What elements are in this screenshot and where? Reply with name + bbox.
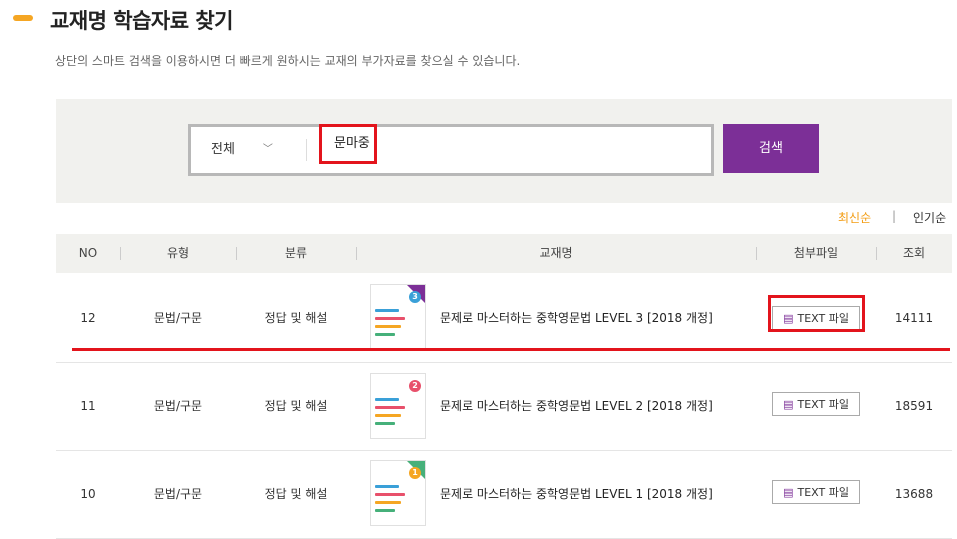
divider — [306, 139, 307, 161]
cover-stripe — [375, 333, 395, 336]
sort-newest[interactable]: 최신순 — [838, 209, 871, 226]
document-icon: ▤ — [783, 398, 794, 411]
book-cover-image[interactable]: 1 — [370, 460, 426, 526]
column-header-attachment: 첨부파일 — [793, 246, 839, 260]
cover-stripe — [375, 317, 405, 320]
column-header-type: 유형 — [166, 246, 190, 260]
search-panel: 전체 ﹀ 문마중 검색 — [56, 99, 952, 203]
book-cover-image[interactable]: 2 — [370, 373, 426, 439]
title-accent-bar — [13, 15, 33, 21]
sort-popular[interactable]: 인기순 — [913, 209, 946, 226]
document-icon: ▤ — [783, 486, 794, 499]
column-header-no: NO — [78, 246, 98, 260]
table-row: 11 문법/구문 정답 및 해설 2 문제로 마스터하는 중학영문법 LEVEL… — [56, 362, 952, 451]
row-type: 문법/구문 — [153, 399, 203, 413]
cover-stripe — [375, 422, 395, 425]
attachment-highlight-box — [768, 295, 865, 332]
row-category: 정답 및 해설 — [264, 399, 328, 413]
page-description: 상단의 스마트 검색을 이용하시면 더 빠르게 원하시는 교재의 부가자료를 찾… — [55, 54, 521, 68]
column-header-views: 조회 — [902, 246, 926, 260]
cover-stripe — [375, 485, 399, 488]
level-badge: 2 — [409, 380, 421, 392]
column-header-title: 교재명 — [539, 246, 573, 260]
cover-stripe — [375, 493, 405, 496]
page-title: 교재명 학습자료 찾기 — [50, 9, 234, 33]
search-field: 전체 ﹀ 문마중 — [188, 124, 714, 176]
text-file-button-label: TEXT 파일 — [797, 398, 849, 411]
book-cover-image[interactable]: 3 — [370, 284, 426, 350]
cover-stripe — [375, 309, 399, 312]
cover-stripe — [375, 509, 395, 512]
level-badge: 3 — [409, 291, 421, 303]
column-header-category: 분류 — [284, 246, 308, 260]
row-category: 정답 및 해설 — [264, 487, 328, 501]
scope-select[interactable]: 전체 ﹀ — [211, 127, 301, 173]
text-file-button[interactable]: ▤ TEXT 파일 — [772, 392, 860, 416]
chevron-down-icon: ﹀ — [262, 144, 273, 155]
scope-select-label: 전체 — [211, 142, 235, 157]
row-views: 13688 — [894, 487, 934, 501]
row-no: 10 — [80, 487, 96, 501]
search-input[interactable]: 문마중 — [319, 124, 377, 164]
text-file-button-label: TEXT 파일 — [797, 486, 849, 499]
cover-stripe — [375, 501, 401, 504]
text-file-button[interactable]: ▤ TEXT 파일 — [772, 480, 860, 504]
row-no: 11 — [80, 399, 96, 413]
book-title-link[interactable]: 문제로 마스터하는 중학영문법 LEVEL 2 [2018 개정] — [440, 362, 713, 450]
cover-stripe — [375, 325, 401, 328]
table-row: 10 문법/구문 정답 및 해설 1 문제로 마스터하는 중학영문법 LEVEL… — [56, 450, 952, 539]
level-badge: 1 — [409, 467, 421, 479]
cover-stripe — [375, 398, 399, 401]
cover-stripe — [375, 414, 401, 417]
book-title-link[interactable]: 문제로 마스터하는 중학영문법 LEVEL 1 [2018 개정] — [440, 450, 713, 538]
row-highlight-underline — [72, 348, 950, 351]
sort-separator: | — [892, 209, 897, 223]
table-header: NO 유형 분류 교재명 첨부파일 조회 — [56, 234, 952, 273]
row-views: 18591 — [894, 399, 934, 413]
cover-stripe — [375, 406, 405, 409]
search-button[interactable]: 검색 — [723, 124, 819, 173]
row-type: 문법/구문 — [153, 487, 203, 501]
